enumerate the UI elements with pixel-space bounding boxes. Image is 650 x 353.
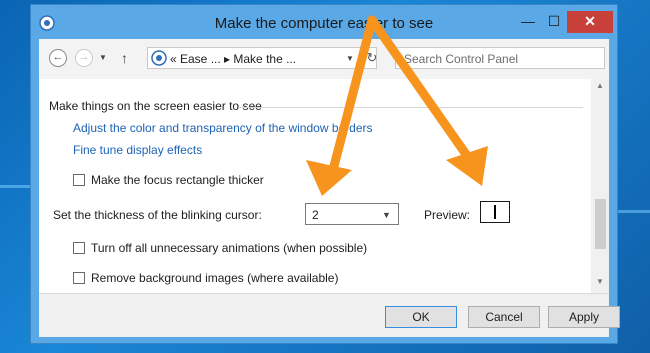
vertical-scrollbar[interactable]: ▲ ▼: [591, 79, 609, 293]
address-bar[interactable]: « Ease ... ▸ Make the ... ▼ ↻: [147, 47, 377, 69]
ok-button[interactable]: OK: [385, 306, 457, 328]
scroll-thumb[interactable]: [595, 199, 606, 249]
cursor-thickness-label: Set the thickness of the blinking cursor…: [53, 208, 262, 222]
search-box[interactable]: Search Control Panel: [395, 47, 605, 69]
maximize-button[interactable]: ☐: [541, 11, 567, 33]
preview-label: Preview:: [424, 208, 471, 222]
navigation-toolbar: ← → ▼ ↑ « Ease ... ▸ Make the ... ▼ ↻ Se…: [39, 39, 609, 79]
focus-rectangle-checkbox[interactable]: [73, 174, 85, 186]
text-cursor-icon: [494, 205, 496, 219]
dialog-footer: OK Cancel Apply: [39, 293, 620, 337]
back-button[interactable]: ←: [49, 49, 67, 67]
forward-button[interactable]: →: [75, 49, 93, 67]
chevron-down-icon: ▼: [382, 210, 391, 220]
title-bar[interactable]: Make the computer easier to see — ☐ ✕: [31, 5, 617, 39]
up-level-button[interactable]: ↑: [121, 50, 128, 66]
breadcrumb[interactable]: « Ease ... ▸ Make the ...: [170, 52, 296, 66]
scroll-up-icon[interactable]: ▲: [591, 81, 609, 95]
section-heading: Make things on the screen easier to see: [49, 99, 262, 113]
minimize-button[interactable]: —: [515, 11, 541, 33]
fine-tune-display-effects-link[interactable]: Fine tune display effects: [73, 143, 202, 157]
control-panel-icon: [151, 50, 167, 66]
background-images-label: Remove background images (where availabl…: [91, 271, 339, 285]
adjust-window-borders-link[interactable]: Adjust the color and transparency of the…: [73, 121, 373, 135]
search-input[interactable]: Search Control Panel: [404, 52, 518, 66]
desktop-streak: [618, 210, 650, 213]
address-dropdown-icon[interactable]: ▼: [346, 54, 354, 63]
apply-button[interactable]: Apply: [548, 306, 620, 328]
recent-pages-dropdown-icon[interactable]: ▼: [99, 53, 107, 62]
cursor-thickness-value: 2: [312, 208, 319, 222]
section-divider: [239, 107, 583, 108]
scroll-down-icon[interactable]: ▼: [591, 277, 609, 291]
animations-checkbox[interactable]: [73, 242, 85, 254]
control-panel-window: Make the computer easier to see — ☐ ✕ ← …: [30, 4, 620, 344]
cursor-thickness-select[interactable]: 2 ▼: [305, 203, 399, 225]
background-images-checkbox[interactable]: [73, 272, 85, 284]
cursor-preview: [480, 201, 510, 223]
close-button[interactable]: ✕: [567, 11, 613, 33]
cancel-button[interactable]: Cancel: [468, 306, 540, 328]
focus-rectangle-label: Make the focus rectangle thicker: [91, 173, 264, 187]
content-pane: Make things on the screen easier to see …: [39, 79, 591, 293]
desktop-streak: [0, 185, 32, 188]
animations-label: Turn off all unnecessary animations (whe…: [91, 241, 368, 255]
refresh-button[interactable]: ↻: [364, 48, 379, 68]
